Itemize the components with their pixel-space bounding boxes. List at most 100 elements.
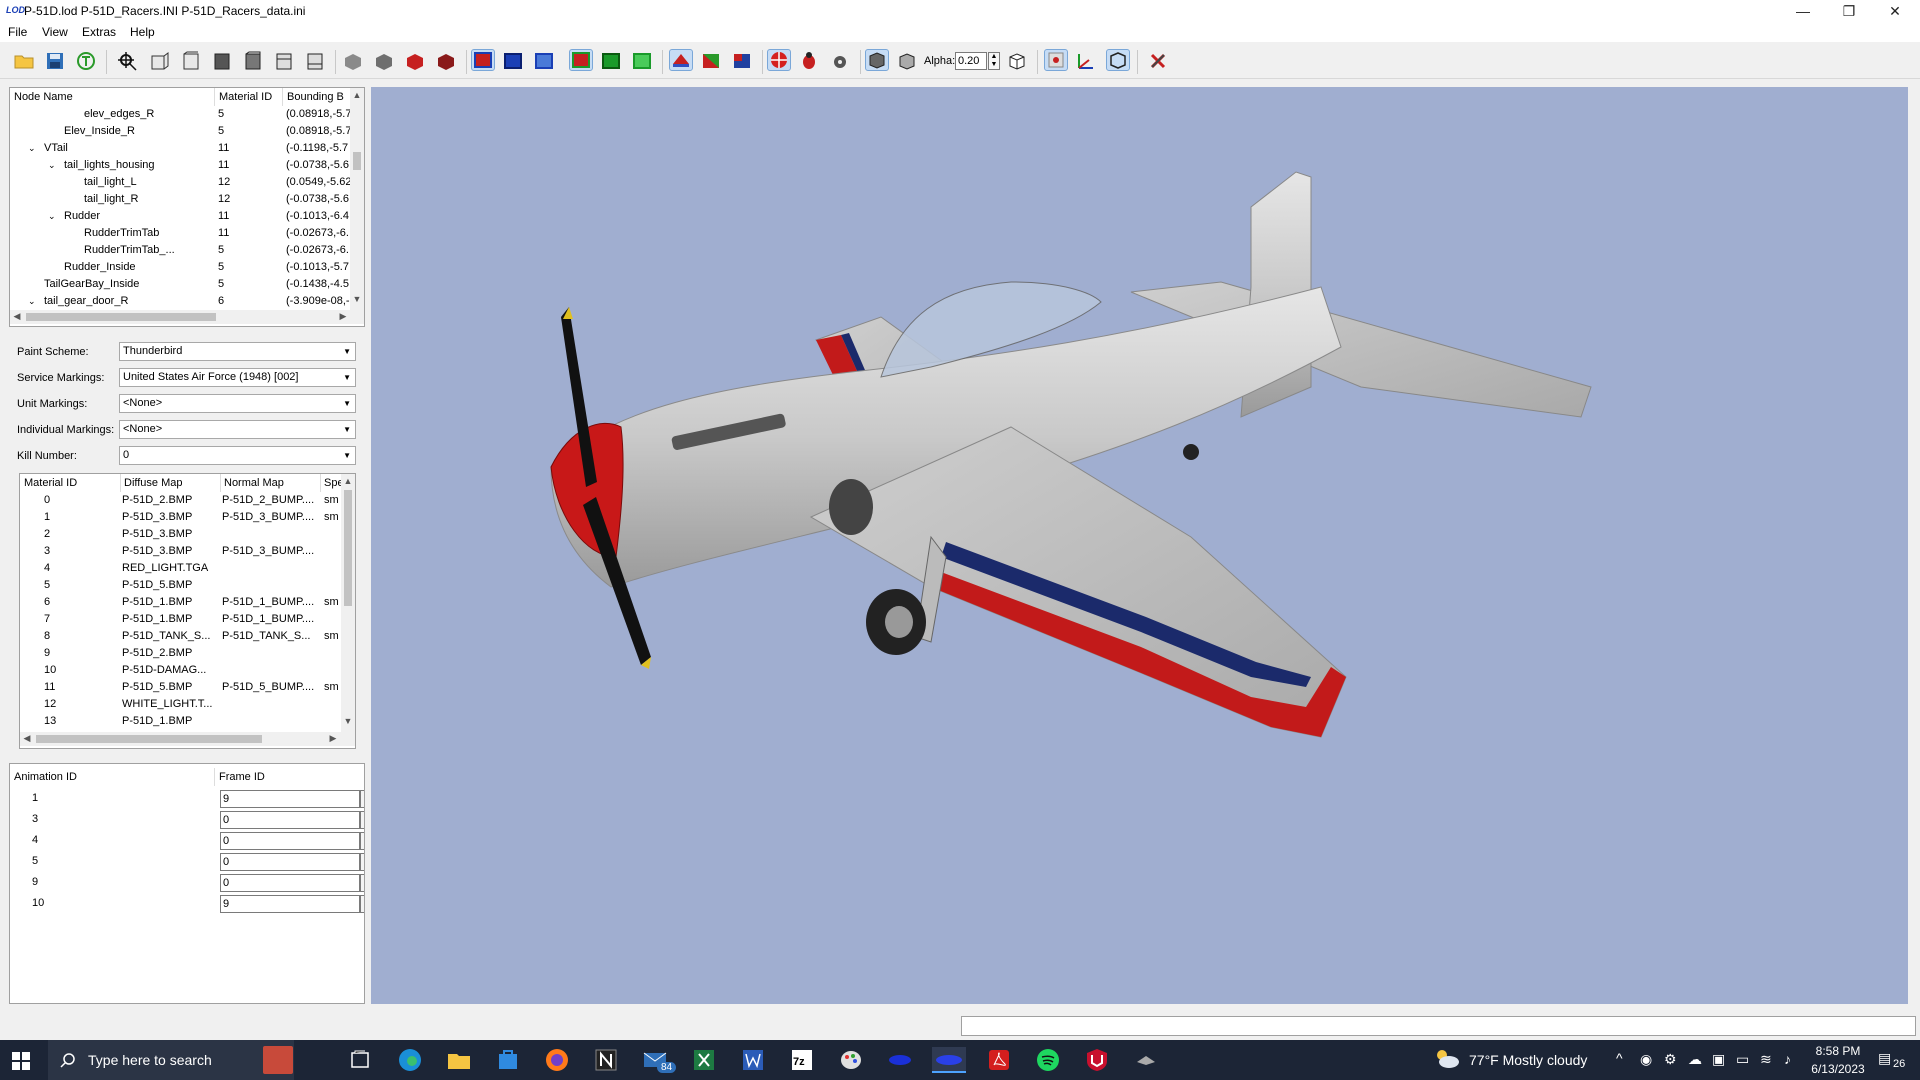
view-gray-1-icon[interactable] (342, 51, 364, 71)
column-header-material-id[interactable]: Material ID (24, 474, 120, 492)
tray-app-1-icon[interactable]: ◉ (1640, 1051, 1652, 1068)
wire-cube-icon[interactable] (896, 51, 918, 71)
box-icon[interactable] (1106, 49, 1130, 71)
tree-horizontal-scrollbar[interactable]: ◀ ▶ (10, 310, 364, 324)
unit-markings-select[interactable]: <None> ▼ (119, 394, 356, 413)
acrobat-icon[interactable] (986, 1047, 1012, 1073)
tray-app-2-icon[interactable]: ⚙ (1664, 1051, 1677, 1068)
frame-id-spinner[interactable]: ▲▼ (360, 811, 364, 829)
service-markings-select[interactable]: United States Air Force (1948) [002] ▼ (119, 368, 356, 387)
scroll-left-icon[interactable]: ◀ (20, 733, 34, 744)
expand-chevron-icon[interactable]: ⌄ (28, 293, 36, 310)
individual-markings-select[interactable]: <None> ▼ (119, 420, 356, 439)
expand-chevron-icon[interactable]: ⌄ (28, 140, 36, 157)
bbox-green-3-icon[interactable] (631, 51, 653, 71)
scroll-down-icon[interactable]: ▼ (341, 716, 355, 726)
tree-row[interactable]: ⌄ tail_lights_housing 11 (-0.0738,-5.6 (10, 157, 364, 174)
material-row[interactable]: 5 P-51D_5.BMP (20, 577, 355, 594)
start-button[interactable] (12, 1052, 30, 1070)
alpha-input[interactable]: 0.20 (955, 52, 987, 70)
view-back-icon[interactable] (180, 51, 202, 71)
game-icon[interactable] (1133, 1047, 1159, 1073)
frame-id-input[interactable]: 0 (220, 811, 360, 829)
firefox-icon[interactable] (544, 1047, 570, 1073)
alpha-spinner[interactable]: ▲ ▼ (988, 52, 1000, 70)
material-row[interactable]: 6 P-51D_1.BMP P-51D_1_BUMP.... sm (20, 594, 355, 611)
material-row[interactable]: 13 P-51D_1.BMP (20, 713, 355, 730)
weather-text[interactable]: 77°F Mostly cloudy (1469, 1052, 1587, 1068)
animations-list[interactable]: Animation ID Frame ID 19▲▼30▲▼40▲▼50▲▼90… (9, 763, 365, 1004)
scroll-up-icon[interactable]: ▲ (350, 90, 364, 100)
chevron-up-icon[interactable]: ^ (1616, 1050, 1623, 1066)
axes-icon[interactable] (1075, 51, 1097, 71)
open-folder-icon[interactable] (13, 51, 35, 71)
column-header-node-name[interactable]: Node Name (14, 88, 214, 106)
app-blue-icon[interactable] (887, 1047, 913, 1073)
expand-chevron-icon[interactable]: ⌄ (48, 157, 56, 174)
gear-icon[interactable] (829, 51, 851, 71)
view-red-1-icon[interactable] (404, 51, 426, 71)
save-icon[interactable] (44, 51, 66, 71)
scroll-right-icon[interactable]: ▶ (326, 733, 340, 744)
reload-icon[interactable] (75, 51, 97, 71)
paint-scheme-select[interactable]: Thunderbird ▼ (119, 342, 356, 361)
material-row[interactable]: 2 P-51D_3.BMP (20, 526, 355, 543)
tree-vertical-scrollbar[interactable]: ▲ ▼ (350, 88, 364, 310)
node-tree[interactable]: Node Name Material ID Bounding B elev_ed… (9, 87, 365, 327)
notifications-icon[interactable]: ▤ (1878, 1050, 1891, 1067)
material-row[interactable]: 8 P-51D_TANK_S... P-51D_TANK_S... sm (20, 628, 355, 645)
frame-id-input[interactable]: 9 (220, 895, 360, 913)
wifi-icon[interactable]: ≋ (1760, 1051, 1772, 1068)
tree-row[interactable]: ⌄ VTail 11 (-0.1198,-5.7 (10, 140, 364, 157)
volume-icon[interactable]: ♪ (1784, 1051, 1791, 1067)
bug-icon[interactable] (798, 51, 820, 71)
frame-id-spinner[interactable]: ▲▼ (360, 853, 364, 871)
frame-id-spinner[interactable]: ▲▼ (360, 832, 364, 850)
edge-icon[interactable] (397, 1047, 423, 1073)
bbox-blue-2-icon[interactable] (533, 51, 555, 71)
excel-icon[interactable] (691, 1047, 717, 1073)
material-row[interactable]: 1 P-51D_3.BMP P-51D_3_BUMP.... sm (20, 509, 355, 526)
material-row[interactable]: 10 P-51D-DAMAG... (20, 662, 355, 679)
tree-row[interactable]: Rudder_Inside 5 (-0.1013,-5.7 (10, 259, 364, 276)
menu-help[interactable]: Help (130, 25, 155, 39)
materials-list[interactable]: Material ID Diffuse Map Normal Map Spe 0… (19, 473, 356, 749)
frame-id-input[interactable]: 0 (220, 832, 360, 850)
column-header-frame-id[interactable]: Frame ID (214, 768, 359, 786)
tray-app-3-icon[interactable]: ▣ (1712, 1051, 1725, 1068)
tree-row[interactable]: Elev_Inside_R 5 (0.08918,-5.7 (10, 123, 364, 140)
kill-number-select[interactable]: 0 ▼ (119, 446, 356, 465)
view-top-icon[interactable] (273, 51, 295, 71)
spotify-icon[interactable] (1035, 1047, 1061, 1073)
menu-view[interactable]: View (42, 25, 68, 39)
task-view-icon[interactable] (347, 1047, 373, 1073)
menu-file[interactable]: File (8, 25, 27, 39)
zoom-fit-icon[interactable] (117, 51, 139, 71)
frame-id-input[interactable]: 0 (220, 853, 360, 871)
frame-id-spinner[interactable]: ▲▼ (360, 895, 364, 913)
notion-icon[interactable] (593, 1047, 619, 1073)
7zip-icon[interactable]: 7z (789, 1047, 815, 1073)
frame-id-spinner[interactable]: ▲▼ (360, 874, 364, 892)
tree-row[interactable]: TailGearBay_Inside 5 (-0.1438,-4.5 (10, 276, 364, 293)
material-row[interactable]: 7 P-51D_1.BMP P-51D_1_BUMP.... (20, 611, 355, 628)
column-header-diffuse-map[interactable]: Diffuse Map (120, 474, 224, 492)
weather-icon[interactable] (1432, 1046, 1462, 1072)
column-header-material-id[interactable]: Material ID (214, 88, 287, 106)
tree-row[interactable]: tail_light_L 12 (0.0549,-5.62 (10, 174, 364, 191)
material-row[interactable]: 9 P-51D_2.BMP (20, 645, 355, 662)
material-row[interactable]: 12 WHITE_LIGHT.T... (20, 696, 355, 713)
frame-id-input[interactable]: 0 (220, 874, 360, 892)
view-right-icon[interactable] (242, 51, 264, 71)
minimize-button[interactable]: — (1780, 0, 1826, 22)
texture-icon[interactable] (700, 51, 722, 71)
word-icon[interactable] (740, 1047, 766, 1073)
grid-icon[interactable] (1044, 49, 1068, 71)
materials-vertical-scrollbar[interactable]: ▲ ▼ (341, 474, 355, 732)
view-front-icon[interactable] (149, 51, 171, 71)
target-icon[interactable] (767, 49, 791, 71)
material-row[interactable]: 3 P-51D_3.BMP P-51D_3_BUMP.... (20, 543, 355, 560)
clock-date[interactable]: 6/13/2023 (1810, 1062, 1866, 1076)
close-button[interactable]: ✕ (1872, 0, 1918, 22)
frame-id-input[interactable]: 9 (220, 790, 360, 808)
